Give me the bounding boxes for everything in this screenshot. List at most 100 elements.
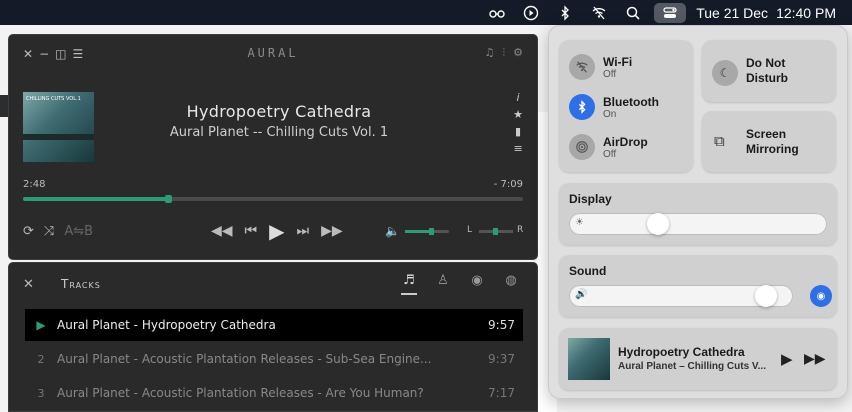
info-icon[interactable]: i [517, 91, 520, 104]
balance-slider[interactable] [479, 228, 513, 235]
rewind-icon[interactable]: ◀◀ [211, 223, 233, 239]
fast-forward-icon[interactable]: ▶▶ [804, 350, 826, 367]
screen-mirroring-tile[interactable]: ⧉ Screen Mirroring [702, 111, 836, 172]
now-playing-subtitle: Aural Planet – Chilling Cuts V... [618, 361, 766, 372]
track-duration: 9:37 [488, 352, 515, 366]
close-icon[interactable]: ✕ [23, 277, 34, 292]
track-number: ▶ [36, 318, 46, 332]
playlist-icon[interactable]: ♫ [485, 46, 495, 60]
repeat-icon[interactable]: ⟳ [23, 224, 34, 239]
menu-bar: Tue 21 Dec 12:40 PM [0, 0, 852, 25]
track-name: Aural Planet - Hydropoetry Cathedra [57, 318, 276, 332]
sound-label: Sound [569, 264, 607, 278]
bluetooth-toggle[interactable]: Bluetooth On [569, 94, 659, 120]
artists-tab-icon[interactable]: ♙ [435, 273, 451, 291]
remaining-time[interactable]: - 7:09 [494, 179, 523, 190]
airdrop-label: AirDrop [603, 134, 648, 149]
volume-slider[interactable] [405, 228, 449, 235]
tracks-panel: ✕ Tracks ♬ ♙ ◉ ◍ ▶ Aural Planet - Hydrop… [8, 262, 538, 412]
brightness-icon: ☀ [575, 217, 584, 228]
previous-track-icon[interactable]: ⏮ [245, 223, 258, 239]
fast-forward-icon[interactable]: ▶▶ [321, 223, 343, 239]
seek-knob[interactable] [165, 195, 172, 203]
search-icon[interactable] [620, 3, 646, 23]
track-name: Aural Planet - Acoustic Plantation Relea… [57, 386, 424, 400]
track-number: 2 [37, 352, 45, 366]
seek-bar[interactable] [23, 195, 523, 203]
seek-bar-fill [23, 197, 168, 201]
star-icon[interactable]: ★ [513, 108, 523, 121]
bluetooth-icon[interactable] [552, 3, 578, 23]
ab-loop-button[interactable]: A⇋B [64, 224, 93, 239]
do-not-disturb-tile[interactable]: ☾ Do Not Disturb [702, 40, 836, 102]
app-title: AURAL [247, 46, 299, 60]
play-icon[interactable]: ▶ [269, 219, 284, 243]
shuffle-icon[interactable]: ⤨ [44, 224, 54, 239]
display-label: Display [569, 192, 612, 206]
balance-right-label: R [517, 225, 524, 235]
wifi-state: Off [603, 68, 617, 80]
elapsed-time[interactable]: 2:48 [23, 179, 45, 190]
track-duration: 7:17 [488, 386, 515, 400]
play-circle-icon[interactable] [518, 3, 544, 23]
now-playing-title: Hydropoetry Cathedra [618, 345, 745, 359]
sound-tile: Sound 🔊 ◉ [559, 255, 837, 317]
bookmark-icon[interactable]: ▮ [515, 125, 521, 138]
track-number: 3 [37, 386, 45, 400]
list-icon[interactable]: ≡ [513, 142, 522, 155]
menubar-time[interactable]: 12:40 PM [776, 5, 836, 21]
speaker-icon: 🔊 [575, 289, 588, 300]
airdrop-toggle[interactable]: AirDrop Off [569, 134, 648, 160]
table-row[interactable]: 2 Aural Planet - Acoustic Plantation Rel… [25, 343, 523, 375]
tracks-tab-icon[interactable]: ♬ [401, 273, 417, 295]
connectivity-tile: Wi-Fi Off Bluetooth On AirDrop Off [559, 40, 693, 172]
airdrop-state: Off [603, 148, 617, 160]
dnd-label-line1: Do Not [746, 56, 786, 70]
glasses-icon[interactable] [484, 3, 510, 23]
moon-icon: ☾ [712, 60, 738, 86]
settings-icon[interactable]: ⚙ [513, 46, 523, 60]
tracks-title: Tracks [61, 277, 101, 291]
bluetooth-label: Bluetooth [603, 94, 659, 109]
next-track-icon[interactable]: ⏭ [297, 223, 310, 239]
track-name: Aural Planet - Acoustic Plantation Relea… [57, 352, 432, 366]
dnd-label-line2: Disturb [746, 71, 788, 85]
volume-fill [405, 230, 432, 233]
table-row[interactable]: ▶ Aural Planet - Hydropoetry Cathedra 9:… [25, 309, 523, 341]
wifi-off-icon[interactable] [569, 54, 595, 80]
play-icon[interactable]: ▶ [781, 350, 793, 368]
now-playing-tile[interactable]: Hydropoetry Cathedra Aural Planet – Chil… [559, 328, 837, 390]
volume-icon[interactable]: 🔈 [385, 224, 400, 238]
table-row[interactable]: 3 Aural Planet - Acoustic Plantation Rel… [25, 377, 523, 409]
now-playing-art [568, 338, 610, 380]
tracks-tabs: ♬ ♙ ◉ ◍ [401, 273, 519, 295]
sound-knob[interactable] [754, 285, 777, 307]
volume-knob[interactable] [429, 228, 435, 235]
track-duration: 9:57 [488, 318, 515, 332]
airdrop-icon[interactable] [569, 134, 595, 160]
menubar-date[interactable]: Tue 21 Dec [696, 5, 768, 21]
brightness-knob[interactable] [646, 213, 669, 235]
mirroring-label-line2: Mirroring [746, 142, 799, 156]
albums-tab-icon[interactable]: ◉ [469, 273, 485, 291]
track-title: Hydropoetry Cathedra [186, 102, 372, 121]
brightness-slider[interactable]: ☀ [569, 213, 827, 235]
wifi-toggle[interactable]: Wi-Fi Off [569, 54, 632, 80]
screen-mirroring-icon: ⧉ [714, 133, 725, 150]
transport-controls: ◀◀ ⏮ ▶ ⏭ ▶▶ [211, 219, 343, 243]
equalizer-icon[interactable]: ⫶ [502, 46, 505, 60]
mirroring-label-line1: Screen [746, 127, 787, 141]
sound-slider[interactable]: 🔊 [569, 285, 793, 307]
bluetooth-state: On [603, 108, 617, 120]
balance-knob[interactable] [493, 228, 498, 235]
control-center-panel: Wi-Fi Off Bluetooth On AirDrop Off ☾ Do … [548, 25, 848, 399]
bluetooth-icon[interactable] [569, 94, 595, 120]
genres-tab-icon[interactable]: ◍ [503, 273, 519, 291]
track-side-icons: i ★ ▮ ≡ [513, 91, 523, 155]
display-tile: Display ☀ [559, 183, 837, 245]
balance-left-label: L [467, 225, 473, 235]
control-center-icon[interactable] [654, 2, 687, 23]
player-toolbar: ♫ ⫶ ⚙ [485, 46, 524, 60]
wifi-off-icon[interactable] [586, 3, 612, 23]
airplay-icon[interactable]: ◉ [810, 285, 832, 307]
